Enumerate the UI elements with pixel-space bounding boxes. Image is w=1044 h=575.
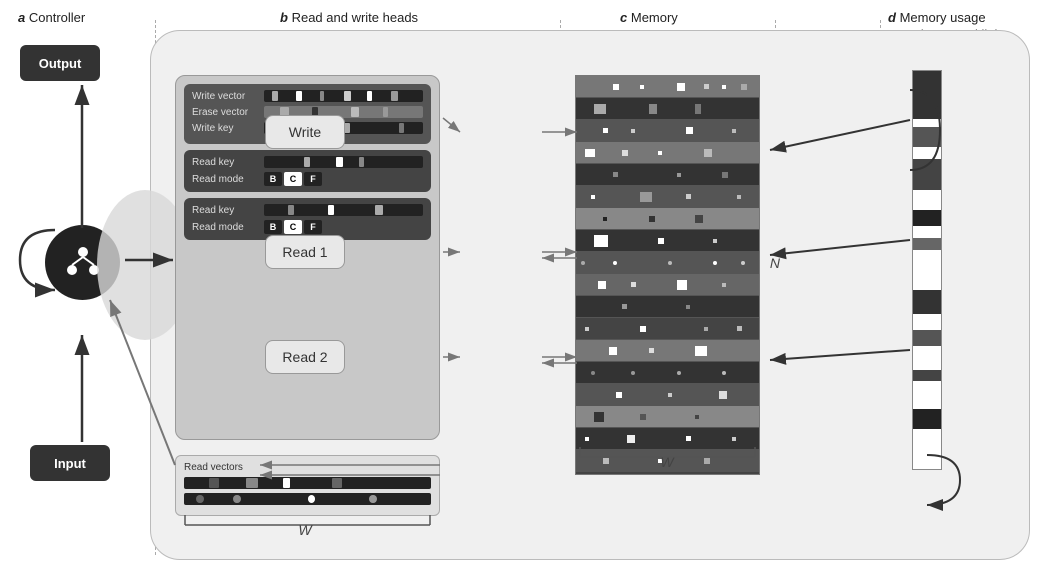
read-key-1-row: Read key bbox=[192, 156, 423, 168]
w-label-memory: W bbox=[575, 442, 760, 470]
write-button[interactable]: Write bbox=[265, 115, 345, 149]
write-vector-bar bbox=[264, 90, 423, 102]
read-mode-1-row: Read mode B C F bbox=[192, 172, 423, 186]
mode-f-1: F bbox=[304, 172, 322, 186]
n-label: N bbox=[770, 255, 780, 271]
section-c-label: c Memory bbox=[620, 10, 678, 25]
read-key-1-bar bbox=[264, 156, 423, 168]
read-key-2-row: Read key bbox=[192, 204, 423, 216]
svg-text:W: W bbox=[298, 522, 313, 535]
input-box: Input bbox=[30, 445, 110, 481]
mode-f-2: F bbox=[304, 220, 322, 234]
w-label-rw: W bbox=[175, 510, 440, 538]
rv-strip-2 bbox=[184, 493, 431, 505]
section-a-label: a Controller bbox=[18, 10, 85, 25]
read-head-1-group: Read key Read mode B C F bbox=[184, 150, 431, 192]
diagram: a Controller b Read and write heads c Me… bbox=[0, 0, 1044, 575]
section-b-label: b Read and write heads bbox=[280, 10, 418, 25]
output-box: Output bbox=[20, 45, 100, 81]
mode-c-1: C bbox=[284, 172, 302, 186]
mode-b-2: B bbox=[264, 220, 282, 234]
memory-section: N W bbox=[575, 55, 775, 505]
mode-c-2: C bbox=[284, 220, 302, 234]
read1-button[interactable]: Read 1 bbox=[265, 235, 345, 269]
mode-boxes-2: B C F bbox=[264, 220, 322, 234]
svg-text:W: W bbox=[660, 454, 675, 467]
read-key-2-bar bbox=[264, 204, 423, 216]
read-vectors-section: Read vectors bbox=[175, 455, 440, 516]
memory-grid bbox=[575, 75, 760, 475]
read-mode-2-row: Read mode B C F bbox=[192, 220, 423, 234]
memory-usage-strip bbox=[912, 70, 942, 470]
read2-button[interactable]: Read 2 bbox=[265, 340, 345, 374]
mode-boxes-1: B C F bbox=[264, 172, 322, 186]
write-vector-row: Write vector bbox=[192, 90, 423, 102]
read-head-2-group: Read key Read mode B C F bbox=[184, 198, 431, 240]
rv-strip-1 bbox=[184, 477, 431, 489]
mode-b-1: B bbox=[264, 172, 282, 186]
